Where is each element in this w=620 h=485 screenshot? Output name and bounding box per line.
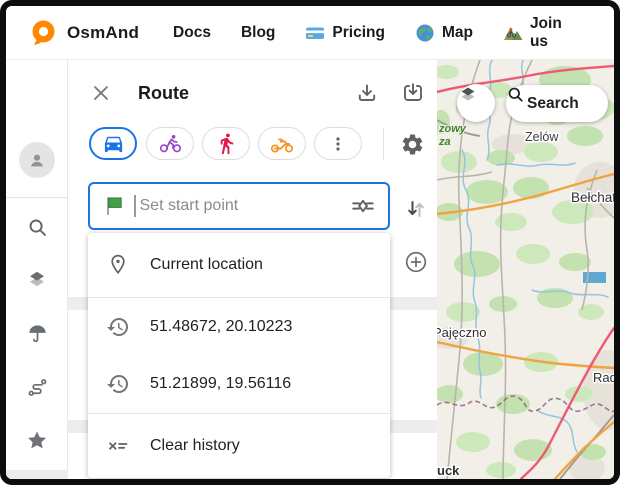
- map-layers-button[interactable]: [457, 84, 495, 122]
- profile-car-button[interactable]: [89, 127, 137, 160]
- map-tiles: Zelów Bełchatów Pajęczno Rad uck zowy za: [437, 60, 614, 479]
- sidebar-item-tracks[interactable]: [6, 363, 68, 411]
- top-navbar: OsmAnd Docs Blog Pricing: [6, 6, 614, 60]
- search-label: Search: [527, 95, 579, 113]
- app-window: OsmAnd Docs Blog Pricing: [0, 0, 620, 485]
- route-options-icon[interactable]: [350, 193, 376, 219]
- svg-text:Zelów: Zelów: [525, 130, 559, 144]
- nav-label: Docs: [173, 24, 211, 42]
- layers-icon: [25, 268, 49, 292]
- clear-history-icon: [106, 434, 130, 458]
- history-option-1[interactable]: 51.48672, 20.10223: [88, 298, 390, 355]
- sidebar-item-weather[interactable]: [6, 309, 68, 357]
- osmand-logo-icon: [30, 19, 57, 46]
- route-settings-gear-icon[interactable]: [398, 130, 426, 158]
- sidebar-item-favorites[interactable]: [6, 416, 68, 464]
- route-panel-header: Route: [68, 60, 437, 128]
- profile-more-button[interactable]: [314, 127, 362, 160]
- bicycle-icon: [159, 132, 182, 155]
- nav-label: Map: [442, 24, 473, 42]
- sidebar-item-account[interactable]: [6, 136, 68, 184]
- history-icon: [106, 372, 130, 396]
- left-sidebar: [6, 60, 68, 479]
- brand-name: OsmAnd: [67, 23, 139, 43]
- map-reservoir: [583, 272, 606, 283]
- start-flag-icon: [102, 194, 126, 218]
- save-route-icon[interactable]: [400, 80, 426, 106]
- option-label: Clear history: [150, 437, 240, 455]
- route-panel: Route: [68, 60, 437, 479]
- history-icon: [106, 315, 130, 339]
- sidebar-item-layers[interactable]: [6, 256, 68, 304]
- current-location-option[interactable]: Current location: [88, 233, 390, 297]
- sidebar-item-search[interactable]: [6, 203, 68, 251]
- start-point-input-wrapper[interactable]: [88, 182, 390, 230]
- svg-text:zowy: zowy: [438, 123, 467, 135]
- nav-label: Join us: [530, 15, 584, 51]
- add-waypoint-icon[interactable]: [403, 249, 429, 275]
- clear-history-option[interactable]: Clear history: [88, 414, 390, 478]
- close-icon[interactable]: [88, 80, 114, 106]
- map-search-button[interactable]: Search: [506, 85, 608, 122]
- sidebar-item-navigation[interactable]: [6, 470, 68, 485]
- text-caret: [134, 195, 136, 217]
- nav-item-blog[interactable]: Blog: [241, 24, 275, 42]
- download-route-icon[interactable]: [354, 80, 380, 106]
- svg-text:uck: uck: [437, 463, 460, 478]
- avatar: [19, 142, 55, 178]
- globe-icon: [415, 23, 435, 43]
- svg-text:Rad: Rad: [593, 370, 614, 385]
- history-coordinates: 51.48672, 20.10223: [150, 318, 292, 336]
- nav-item-pricing[interactable]: Pricing: [305, 23, 385, 43]
- more-vertical-icon: [328, 134, 348, 154]
- nav-item-docs[interactable]: Docs: [173, 24, 211, 42]
- svg-text:Pajęczno: Pajęczno: [437, 325, 486, 340]
- nav-item-join-us[interactable]: Join us: [503, 15, 584, 51]
- start-point-input[interactable]: [138, 196, 351, 216]
- start-point-dropdown: Current location 51.48672, 20.10223 51.2…: [88, 233, 390, 478]
- sidebar-divider: [6, 197, 68, 198]
- option-label: Current location: [150, 256, 263, 274]
- svg-text:Bełchatów: Bełchatów: [571, 190, 614, 205]
- nav-item-map[interactable]: Map: [415, 23, 473, 43]
- route-track-icon: [26, 376, 49, 399]
- page-title: Route: [138, 83, 189, 104]
- pedestrian-icon: [215, 132, 238, 155]
- swap-points-icon[interactable]: [404, 197, 428, 221]
- profile-bicycle-button[interactable]: [146, 127, 194, 160]
- nav-label: Blog: [241, 24, 275, 42]
- location-pin-icon: [106, 253, 130, 277]
- mountain-biking-icon: [503, 23, 523, 43]
- credit-card-icon: [305, 23, 325, 43]
- profile-pedestrian-button[interactable]: [202, 127, 250, 160]
- history-coordinates: 51.21899, 19.56116: [150, 375, 291, 393]
- search-icon: [26, 216, 49, 239]
- osmand-brand[interactable]: OsmAnd: [30, 19, 139, 46]
- star-icon: [25, 428, 49, 452]
- history-option-2[interactable]: 51.21899, 19.56116: [88, 355, 390, 413]
- map-canvas[interactable]: Zelów Bełchatów Pajęczno Rad uck zowy za: [437, 60, 614, 479]
- nav-label: Pricing: [332, 24, 385, 42]
- motorcycle-icon: [270, 132, 294, 156]
- car-icon: [102, 132, 125, 155]
- profiles-divider: [383, 128, 384, 160]
- profile-motorcycle-button[interactable]: [258, 127, 306, 160]
- umbrella-icon: [26, 322, 49, 345]
- profile-selector: [68, 127, 437, 163]
- svg-text:za: za: [438, 136, 451, 148]
